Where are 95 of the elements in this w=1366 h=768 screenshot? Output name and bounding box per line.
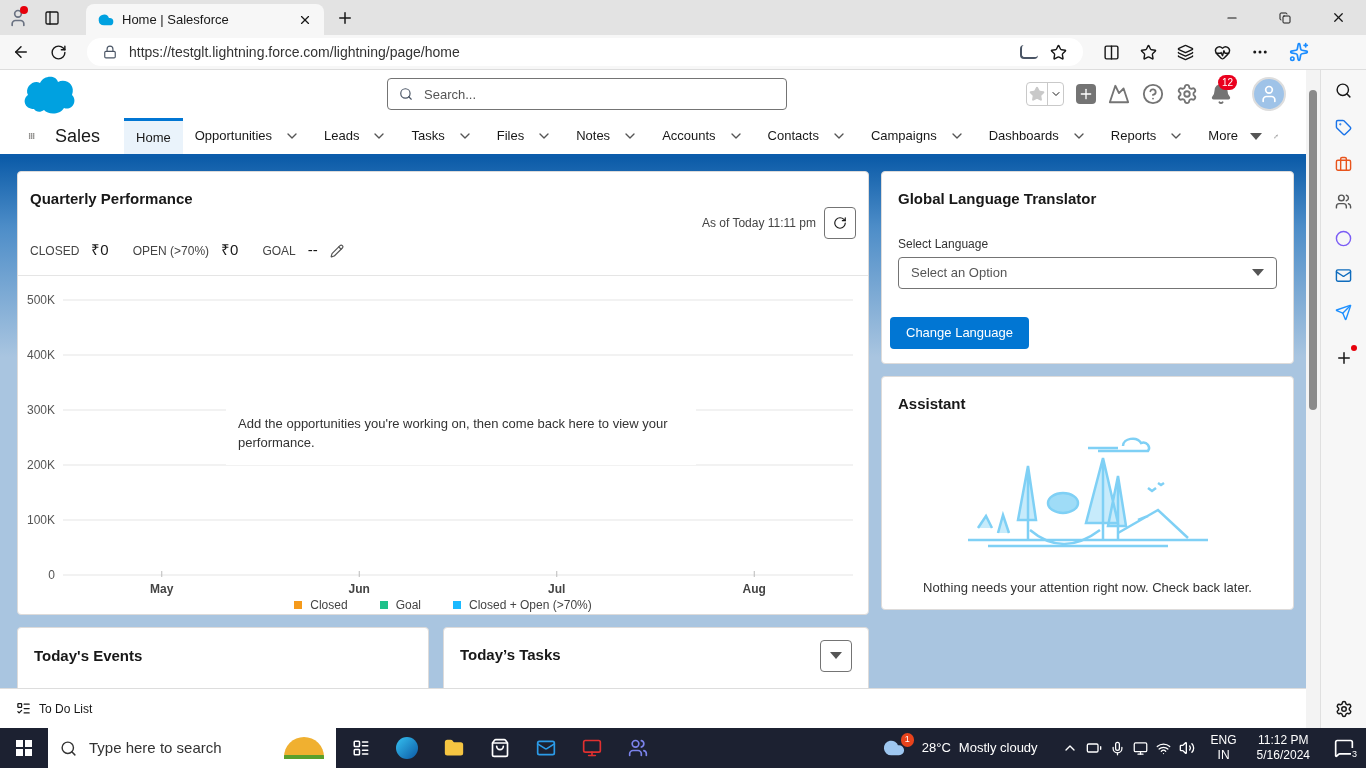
settings-icon[interactable] (1334, 700, 1353, 718)
card-title: Today’s Tasks (460, 644, 561, 665)
refresh-button[interactable] (824, 206, 856, 239)
axis-label: 100K (26, 512, 55, 527)
browser-tab[interactable]: Home | Salesforce (86, 4, 324, 35)
legend-label: Closed + Open (>70%) (469, 596, 592, 614)
nav-tab[interactable]: Accounts (650, 118, 756, 154)
people-icon[interactable] (1335, 193, 1352, 210)
search-field[interactable]: Search... (387, 78, 787, 110)
notification-badge: 12 (1218, 75, 1238, 90)
help-icon[interactable] (1142, 83, 1164, 105)
search-icon[interactable] (1335, 82, 1352, 99)
nav-tab[interactable]: More (1196, 118, 1274, 154)
wifi-icon[interactable] (1155, 740, 1171, 756)
microphone-icon[interactable] (1109, 740, 1125, 756)
battery-icon[interactable] (1085, 740, 1102, 756)
tab-actions-icon[interactable] (44, 9, 60, 26)
axis-label: Jun (348, 581, 370, 596)
field-label: Select Language (898, 235, 990, 253)
utility-item[interactable]: To Do List (39, 699, 93, 718)
nav-tab[interactable]: Reports (1098, 118, 1197, 154)
health-icon[interactable] (1214, 43, 1231, 61)
metric-value: -- (307, 240, 318, 261)
axis-label: May (150, 581, 174, 596)
nav-tab[interactable]: Contacts (755, 118, 859, 154)
card-title: Global Language Translator (898, 189, 1098, 209)
address-bar[interactable]: https://testglt.lightning.force.com/lightning/page/home (87, 38, 1083, 66)
legend-label: Closed (310, 596, 348, 614)
nav-tab[interactable]: Tasks (399, 118, 485, 154)
axis-label: Jul (548, 581, 566, 596)
nav-tab[interactable]: Opportunities (182, 118, 313, 154)
taskbar-search[interactable]: Type here to search (48, 728, 336, 768)
weather-condition: Mostly cloudy (958, 739, 1038, 758)
profile-icon[interactable] (8, 7, 28, 28)
mail-icon[interactable] (536, 738, 556, 758)
search-icon (60, 739, 77, 757)
axis-label: 400K (26, 347, 55, 362)
mail-icon[interactable] (1335, 267, 1352, 284)
folder-icon[interactable] (444, 738, 464, 758)
new-tab-icon[interactable] (336, 9, 354, 27)
todo-list-icon[interactable] (16, 701, 31, 716)
favorite-icon[interactable] (1050, 43, 1067, 61)
metric-label: GOAL (262, 242, 296, 260)
metric-value: ₹0 (91, 240, 109, 261)
axis-label: 200K (26, 457, 55, 472)
store-icon[interactable] (490, 738, 510, 758)
toolbox-icon[interactable] (1335, 156, 1352, 173)
favorites-icon[interactable] (1140, 43, 1157, 61)
search-icon (399, 87, 413, 101)
axis-label: 0 (48, 567, 55, 582)
card-title: Quarterly Performance (30, 189, 194, 209)
volume-icon[interactable] (1178, 740, 1195, 756)
add-icon[interactable] (1076, 84, 1096, 104)
dropdown-button[interactable] (820, 639, 852, 672)
nav-tab[interactable]: Leads (312, 118, 400, 154)
tag-icon[interactable] (1335, 119, 1352, 136)
collections-icon[interactable] (1177, 43, 1194, 61)
metric-value: ₹0 (221, 240, 239, 261)
app-name: Sales (55, 124, 101, 148)
axis-label: 500K (26, 292, 55, 307)
metric-label: OPEN (>70%) (132, 242, 210, 260)
axis-label: 300K (26, 402, 55, 417)
reload-icon[interactable] (50, 43, 67, 61)
back-icon[interactable] (12, 43, 30, 61)
nav-tab[interactable]: Dashboards (976, 118, 1099, 154)
close-icon[interactable] (1331, 10, 1346, 25)
nav-tab[interactable]: Campaigns (858, 118, 977, 154)
legend-label: Goal (395, 596, 421, 614)
app-icon[interactable] (582, 738, 602, 758)
axis-label: Aug (742, 581, 766, 596)
language-select[interactable]: Select an Option (898, 256, 1277, 289)
star-icon (1029, 86, 1045, 102)
restore-icon[interactable] (1279, 11, 1291, 24)
as-of-text: As of Today 11:11 pm (701, 214, 816, 232)
empty-state-message: Nothing needs your attention right now. Check back later. (922, 578, 1253, 597)
caret-icon[interactable] (1249, 132, 1262, 140)
metric-label: CLOSED (30, 242, 80, 260)
nav-tab[interactable]: Files (484, 118, 565, 154)
ring-icon[interactable] (1335, 230, 1352, 247)
nav-tab[interactable]: Notes (564, 118, 651, 154)
card-title: Assistant (898, 394, 967, 414)
language-indicator[interactable]: ENG IN (1210, 733, 1237, 763)
card-title: Today's Events (34, 646, 143, 664)
split-screen-icon[interactable] (1103, 43, 1120, 61)
temperature-text: 28°C (921, 739, 951, 758)
display-icon[interactable] (1132, 740, 1148, 756)
change-language-button[interactable]: Change Language (890, 316, 1029, 349)
lock-icon (103, 45, 117, 59)
nav-tab[interactable]: Home (124, 118, 183, 154)
browser-icon[interactable] (396, 737, 418, 759)
task-view-icon[interactable] (352, 739, 370, 757)
url-text: https://testglt.lightning.force.com/lightning/page/home (129, 42, 461, 62)
clock[interactable]: 11:12 PM 5/16/2024 (1256, 733, 1310, 763)
send-icon[interactable] (1335, 304, 1352, 321)
refresh-icon (833, 215, 847, 230)
